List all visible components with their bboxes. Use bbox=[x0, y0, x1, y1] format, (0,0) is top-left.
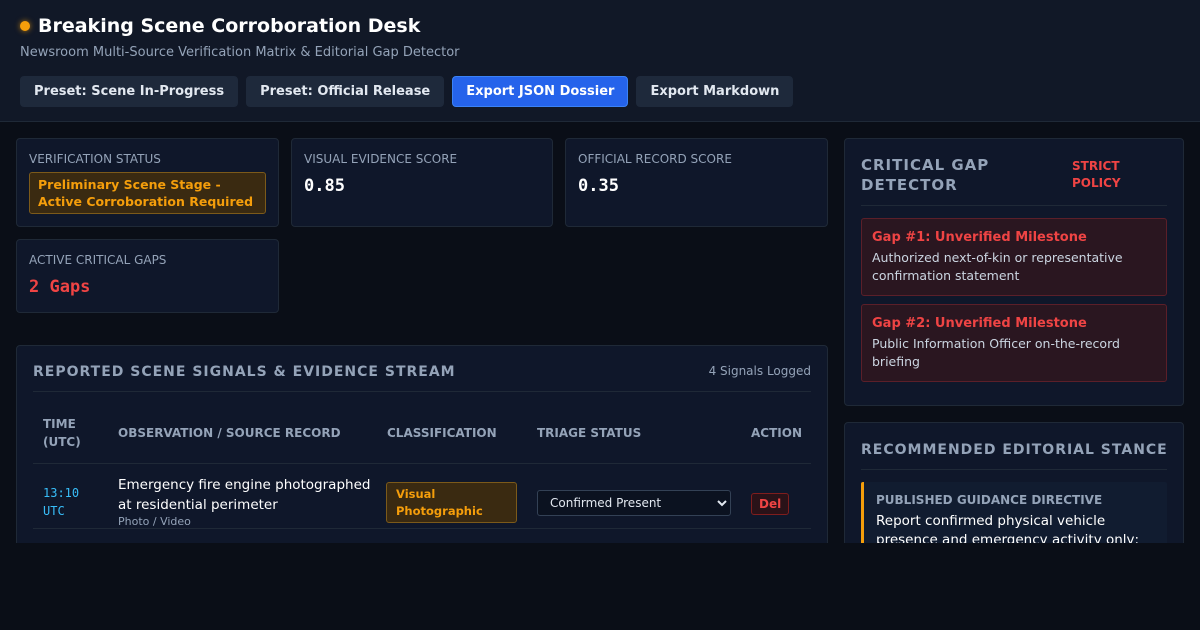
signal-observation: Emergency fire engine photographed at re… bbox=[118, 477, 371, 513]
table-row: 13:10 UTC Emergency fire engine photogra… bbox=[33, 465, 811, 529]
guidance-directive: PUBLISHED GUIDANCE DIRECTIVE Report conf… bbox=[861, 482, 1167, 543]
preset-scene-in-progress-button[interactable]: Preset: Scene In-Progress bbox=[20, 76, 239, 107]
signals-divider bbox=[33, 391, 811, 392]
gap-description: Authorized next-of-kin or representative… bbox=[872, 250, 1123, 283]
signal-source: Photo / Video bbox=[118, 515, 191, 528]
critical-gaps-count: 2 Gaps bbox=[29, 277, 91, 297]
visual-evidence-card: VISUAL EVIDENCE SCORE 0.85 bbox=[291, 138, 553, 227]
verification-status-card: VERIFICATION STATUS Preliminary Scene St… bbox=[16, 138, 279, 227]
editorial-stance-panel: RECOMMENDED EDITORIAL STANCE PUBLISHED G… bbox=[844, 422, 1184, 543]
column-header-action: ACTION bbox=[751, 426, 802, 440]
official-record-label: OFFICIAL RECORD SCORE bbox=[578, 152, 732, 166]
visual-evidence-score: 0.85 bbox=[304, 176, 345, 196]
preset-official-release-button[interactable]: Preset: Official Release bbox=[246, 76, 445, 107]
visual-evidence-label: VISUAL EVIDENCE SCORE bbox=[304, 152, 458, 166]
verification-status-badge: Preliminary Scene Stage - Active Corrobo… bbox=[29, 172, 266, 214]
critical-gaps-card: ACTIVE CRITICAL GAPS 2 Gaps bbox=[16, 239, 279, 313]
editorial-stance-title: RECOMMENDED EDITORIAL STANCE bbox=[861, 442, 1168, 458]
app-header: Breaking Scene Corroboration Desk Newsro… bbox=[0, 0, 1200, 122]
export-json-dossier-button[interactable]: Export JSON Dossier bbox=[452, 76, 629, 107]
export-markdown-button[interactable]: Export Markdown bbox=[636, 76, 794, 107]
official-record-card: OFFICIAL RECORD SCORE 0.35 bbox=[565, 138, 828, 227]
triage-status-select[interactable]: Confirmed Present bbox=[537, 490, 731, 516]
gap-card: Gap #2: Unverified Milestone Public Info… bbox=[861, 304, 1167, 382]
column-header-time: TIME (UTC) bbox=[43, 417, 81, 449]
toolbar: Preset: Scene In-Progress Preset: Offici… bbox=[20, 76, 794, 107]
gap-title: Gap #1: Unverified Milestone bbox=[872, 230, 1087, 245]
directive-text: Report confirmed physical vehicle presen… bbox=[876, 513, 1140, 543]
column-header-triage: TRIAGE STATUS bbox=[537, 426, 642, 440]
signals-title: REPORTED SCENE SIGNALS & EVIDENCE STREAM bbox=[33, 364, 456, 380]
delete-signal-button[interactable]: Del bbox=[751, 493, 790, 515]
signals-table-header: TIME (UTC) OBSERVATION / SOURCE RECORD C… bbox=[33, 402, 811, 464]
gap-detector-title: CRITICAL GAP DETECTOR bbox=[861, 156, 990, 194]
signals-count: 4 Signals Logged bbox=[708, 364, 811, 378]
main-content: VERIFICATION STATUS Preliminary Scene St… bbox=[0, 122, 1200, 543]
column-header-classification: CLASSIFICATION bbox=[387, 426, 497, 440]
gap-card: Gap #1: Unverified Milestone Authorized … bbox=[861, 218, 1167, 296]
verification-status-label: VERIFICATION STATUS bbox=[29, 152, 161, 166]
signal-time: 13:10 UTC bbox=[43, 486, 80, 518]
strict-policy-badge: STRICT POLICY bbox=[1072, 159, 1121, 190]
directive-label: PUBLISHED GUIDANCE DIRECTIVE bbox=[876, 493, 1103, 507]
classification-badge: Visual Photographic bbox=[386, 482, 517, 523]
official-record-score: 0.35 bbox=[578, 176, 619, 196]
gap-detector-divider bbox=[861, 205, 1167, 206]
signals-panel: REPORTED SCENE SIGNALS & EVIDENCE STREAM… bbox=[16, 345, 828, 543]
page-subtitle: Newsroom Multi-Source Verification Matri… bbox=[20, 45, 460, 60]
page-title: Breaking Scene Corroboration Desk bbox=[38, 15, 421, 37]
gap-description: Public Information Officer on-the-record… bbox=[872, 336, 1120, 369]
title-row: Breaking Scene Corroboration Desk bbox=[20, 15, 420, 37]
critical-gaps-label: ACTIVE CRITICAL GAPS bbox=[29, 253, 167, 267]
column-header-observation: OBSERVATION / SOURCE RECORD bbox=[118, 426, 341, 440]
gap-detector-panel: CRITICAL GAP DETECTOR STRICT POLICY Gap … bbox=[844, 138, 1184, 406]
stance-divider bbox=[861, 469, 1167, 470]
gap-title: Gap #2: Unverified Milestone bbox=[872, 316, 1087, 331]
status-dot-icon bbox=[20, 21, 30, 31]
